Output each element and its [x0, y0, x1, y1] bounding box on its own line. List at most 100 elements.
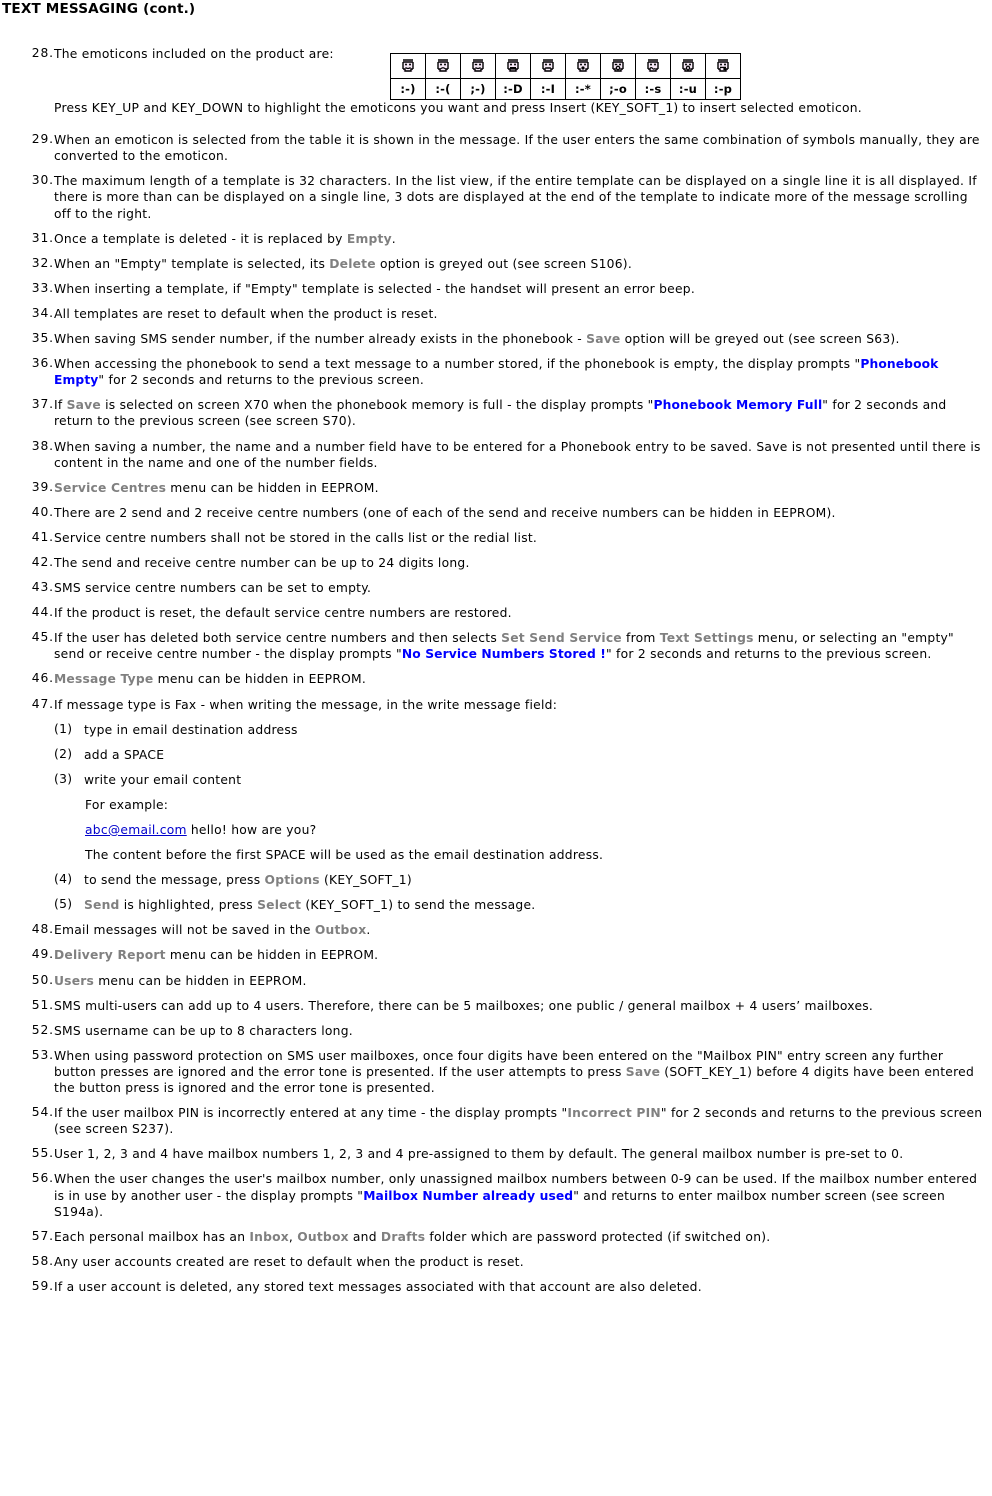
item-text: When inserting a template, if "Empty" te… — [54, 281, 695, 296]
item-text: Message Type menu can be hidden in EEPRO… — [54, 671, 984, 687]
item-number: 48. — [31, 922, 54, 937]
emoticon-code-2: :-( — [425, 78, 461, 100]
emoticon-code-9: :-u — [670, 78, 706, 100]
display-prompt-phonebook-memory-full: Phonebook Memory Full — [653, 398, 823, 413]
text-fragment: to send the message, press — [84, 873, 265, 888]
item-text: If the user has deleted both service cen… — [54, 630, 984, 662]
text-fragment: hello! how are you? — [186, 823, 317, 837]
text-fragment: Once a template is deleted - it is repla… — [54, 231, 347, 246]
item-28-note: Press KEY_UP and KEY_DOWN to highlight t… — [54, 101, 862, 116]
item-text: When saving SMS sender number, if the nu… — [54, 331, 984, 347]
list-item: 39. Service Centres menu can be hidden i… — [0, 480, 984, 496]
item-number: 57. — [31, 1228, 54, 1243]
item-number: 33. — [31, 280, 54, 295]
list-item: 38. When saving a number, the name and a… — [0, 439, 984, 471]
emoticon-code-8: :-s — [635, 78, 671, 100]
list-item: 57. Each personal mailbox has an Inbox, … — [0, 1229, 984, 1245]
item-number: 43. — [31, 580, 54, 595]
email-link[interactable]: abc@email.com — [85, 823, 187, 837]
emoticon-code-7: ;-o — [600, 78, 636, 100]
ui-option-inbox: Inbox — [249, 1229, 289, 1244]
text-fragment: menu can be hidden in EEPROM. — [153, 672, 367, 687]
text-fragment: When saving SMS sender number, if the nu… — [54, 332, 587, 347]
ui-option-delivery-report: Delivery Report — [54, 948, 166, 963]
text-fragment: " for 2 seconds and returns to the previ… — [605, 647, 932, 662]
item-number: 34. — [31, 305, 54, 320]
subitem-number: (2) — [54, 746, 73, 761]
list-item: 46. Message Type menu can be hidden in E… — [0, 671, 984, 687]
sub-list-item: (5) Send is highlighted, press Select (K… — [0, 897, 984, 913]
item-number: 47. — [31, 696, 54, 711]
text-fragment: and — [348, 1229, 381, 1244]
item-number: 59. — [31, 1278, 54, 1293]
item-text: When an "Empty" template is selected, it… — [54, 256, 984, 272]
item-text: The send and receive centre number can b… — [54, 555, 470, 570]
ui-option-outbox: Outbox — [297, 1229, 349, 1244]
item-number: 56. — [31, 1171, 54, 1186]
item-number: 45. — [31, 630, 54, 645]
item-number: 37. — [31, 397, 54, 412]
emoticon-code-row: :-) :-( ;-) :-D :-I :-* ;-o :-s :-u :-p — [390, 78, 741, 100]
item-text: If Save is selected on screen X70 when t… — [54, 397, 984, 429]
text-fragment: menu can be hidden in EEPROM. — [94, 973, 307, 988]
item-text: When saving a number, the name and a num… — [54, 439, 981, 470]
note-spacer — [0, 125, 984, 132]
list-item: 28. The emoticons included on the produc… — [0, 46, 984, 62]
text-fragment: menu can be hidden in EEPROM. — [165, 948, 379, 963]
document-page: TEXT MESSAGING (cont.) :-) :-( ;-) :-D:… — [0, 0, 992, 1295]
header-spacer — [0, 17, 984, 46]
item-text: SMS username can be up to 8 characters l… — [54, 1023, 353, 1038]
ui-option-select: Select — [257, 898, 302, 913]
item-text: Email messages will not be saved in the … — [54, 922, 984, 938]
list-item: 59. If a user account is deleted, any st… — [0, 1279, 984, 1295]
list-item: 30. The maximum length of a template is … — [0, 173, 984, 221]
list-item: 41. Service centre numbers shall not be … — [0, 530, 984, 546]
item-text: SMS multi-users can add up to 4 users. T… — [54, 998, 874, 1013]
subitem-text: add a SPACE — [84, 747, 165, 762]
item-text: SMS service centre numbers can be set to… — [54, 581, 372, 596]
ui-option-users: Users — [54, 973, 95, 988]
text-fragment: is highlighted, press — [119, 898, 258, 913]
list-item: 40. There are 2 send and 2 receive centr… — [0, 505, 984, 521]
text-fragment: (KEY_SOFT_1) — [319, 873, 412, 888]
display-prompt-incorrect-pin: Incorrect PIN — [567, 1106, 661, 1121]
text-fragment: . — [366, 923, 371, 938]
item-number: 55. — [31, 1146, 54, 1161]
item-text: Any user accounts created are reset to d… — [54, 1254, 524, 1269]
example-explanation: The content before the first SPACE will … — [85, 848, 604, 863]
subitem-text: Send is highlighted, press Select (KEY_S… — [84, 897, 984, 913]
list-item: 32. When an "Empty" template is selected… — [0, 256, 984, 272]
item-text: User 1, 2, 3 and 4 have mailbox numbers … — [54, 1147, 904, 1162]
item-number: 54. — [31, 1105, 54, 1120]
list-item: 45. If the user has deleted both service… — [0, 630, 984, 662]
list-item: 34. All templates are reset to default w… — [0, 306, 984, 322]
subitem-text: write your email content — [84, 772, 242, 787]
text-fragment: option is greyed out (see screen S106). — [375, 256, 633, 271]
item-number: 49. — [31, 947, 54, 962]
text-fragment: . — [391, 231, 396, 246]
item-number: 46. — [31, 671, 54, 686]
item-text: The maximum length of a template is 32 c… — [54, 174, 977, 221]
example-email-line: abc@email.com hello! how are you? — [85, 822, 984, 838]
ui-option-delete: Delete — [329, 256, 376, 271]
item-text: Each personal mailbox has an Inbox, Outb… — [54, 1229, 984, 1245]
item-text: If the user mailbox PIN is incorrectly e… — [54, 1105, 984, 1137]
item-number: 51. — [31, 997, 54, 1012]
subitem-number: (5) — [54, 897, 73, 912]
list-item: 52. SMS username can be up to 8 characte… — [0, 1023, 984, 1039]
item-number: 58. — [31, 1253, 54, 1268]
item-number: 52. — [31, 1022, 54, 1037]
item-text: Delivery Report menu can be hidden in EE… — [54, 947, 984, 963]
text-fragment: When an "Empty" template is selected, it… — [54, 256, 330, 271]
text-fragment: folder which are password protected (if … — [425, 1229, 771, 1244]
text-fragment: When accessing the phonebook to send a t… — [54, 357, 861, 372]
item-number: 38. — [31, 438, 54, 453]
ui-option-save: Save — [66, 398, 101, 413]
ui-option-send: Send — [84, 898, 120, 913]
item-text: When accessing the phonebook to send a t… — [54, 356, 984, 388]
text-fragment: is selected on screen X70 when the phone… — [100, 398, 654, 413]
subitem-text: to send the message, press Options (KEY_… — [84, 872, 984, 888]
sub-list-item: (1) type in email destination address — [0, 722, 984, 738]
item-number: 42. — [31, 554, 54, 569]
item-number: 44. — [31, 605, 54, 620]
